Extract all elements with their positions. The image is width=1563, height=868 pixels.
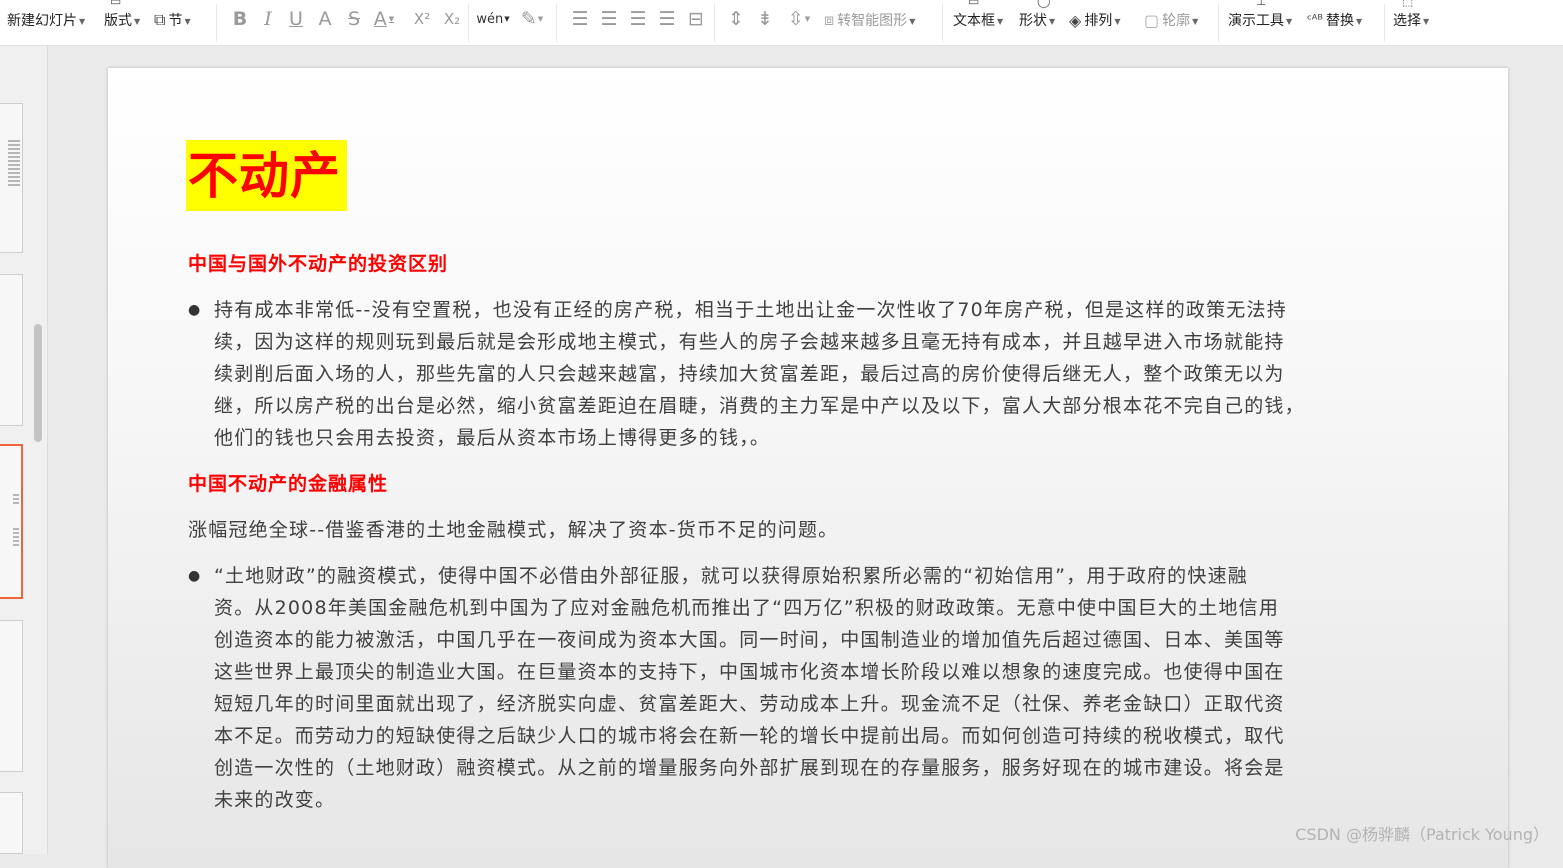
align-center-icon[interactable]: ☰ bbox=[597, 6, 621, 32]
shape-button[interactable]: 形状 ▼ bbox=[1019, 0, 1055, 40]
toolbar-divider bbox=[468, 4, 469, 42]
outline-icon: ▢ bbox=[1144, 10, 1160, 30]
replace-button[interactable]: ᶜᴬᴮ 替换 ▼ bbox=[1307, 0, 1362, 40]
thumbnail-scrollbar[interactable] bbox=[34, 324, 42, 442]
arrange-button[interactable]: ◈ 排列 ▼ bbox=[1069, 0, 1120, 40]
text-line: 短短几年的时间里面就出现了，经济脱实向虚、贫富差距大、劳动成本上升。现金流不足（… bbox=[214, 693, 1285, 715]
slide-thumbnail[interactable] bbox=[0, 620, 23, 772]
subscript-icon[interactable]: X₂ bbox=[440, 6, 464, 32]
slide-thumbnail[interactable] bbox=[0, 274, 23, 426]
outline-dropdown-icon: ▼ bbox=[1192, 16, 1199, 26]
font-color-icon[interactable]: A ▼ bbox=[372, 6, 396, 32]
bullet-point-icon: ● bbox=[188, 568, 201, 584]
bullet-paragraph: 持有成本非常低--没有空置税，也没有正经的房产税，相当于土地出让金一次性收了70… bbox=[214, 294, 1305, 454]
shape-dropdown-icon: ▼ bbox=[1049, 16, 1056, 26]
align-right-icon[interactable]: ☰ bbox=[626, 6, 650, 32]
line-spacing-icon[interactable]: ⇕ bbox=[724, 6, 748, 32]
shape-label: 形状 bbox=[1019, 13, 1047, 29]
italic-icon[interactable]: I bbox=[256, 6, 280, 32]
arrange-dropdown-icon: ▼ bbox=[1114, 16, 1121, 26]
new-slide-button[interactable]: 新建幻灯片 ▼ bbox=[7, 0, 85, 40]
outline-label: 轮廓 bbox=[1162, 13, 1191, 29]
paragraph-text[interactable]: 涨幅冠绝全球--借鉴香港的土地金融模式，解决了资本-货币不足的问题。 bbox=[188, 514, 838, 546]
layout-top-icon: ▭ bbox=[110, 0, 122, 8]
toolbar-divider bbox=[714, 4, 715, 42]
text-shadow-icon[interactable]: A bbox=[313, 6, 337, 32]
text-box-button[interactable]: 文本框 ▼ bbox=[953, 0, 1003, 40]
toolbar-divider bbox=[216, 4, 217, 42]
presentation-tools-label: 演示工具 bbox=[1228, 13, 1284, 29]
new-slide-label: 新建幻灯片 bbox=[7, 13, 77, 29]
thumbnail-content bbox=[13, 494, 19, 548]
smart-art-button[interactable]: ⧈ 转智能图形 ▼ bbox=[824, 0, 915, 40]
text-line: 持有成本非常低--没有空置税，也没有正经的房产税，相当于土地出让金一次性收了70… bbox=[214, 299, 1287, 321]
section-heading-financial-attribute[interactable]: 中国不动产的金融属性 bbox=[188, 472, 388, 496]
underline-icon[interactable]: U bbox=[284, 6, 308, 32]
text-line: 继，所以房产税的出台是必然，缩小贫富差距迫在眉睫，消费的主力军是中产以及以下，富… bbox=[214, 395, 1305, 417]
text-line: “土地财政”的融资模式，使得中国不必借由外部征服，就可以获得原始积累所必需的“初… bbox=[214, 565, 1248, 587]
justify-icon[interactable]: ☰ bbox=[655, 6, 679, 32]
layers-icon: ◈ bbox=[1069, 10, 1082, 30]
slide-thumbnail-pane bbox=[0, 46, 48, 854]
presentation-tools-dropdown-icon: ▼ bbox=[1286, 16, 1293, 26]
replace-dropdown-icon: ▼ bbox=[1356, 16, 1363, 26]
text-line: 未来的改变。 bbox=[214, 789, 336, 811]
thumbnail-content bbox=[8, 140, 20, 188]
select-button[interactable]: 选择 ▼ bbox=[1393, 0, 1429, 40]
text-line: 本不足。而劳动力的短缺使得之后缺少人口的城市将会在新一轮的增长中提前出局。而如何… bbox=[214, 725, 1285, 747]
highlight-pen-icon[interactable]: ✎ ▼ bbox=[516, 6, 548, 32]
slide-thumbnail[interactable] bbox=[0, 792, 23, 854]
arrange-label: 排列 bbox=[1084, 13, 1113, 29]
text-line: 续剥削后面入场的人，那些先富的人只会越来越富，持续加大贫富差距，最后过高的房价使… bbox=[214, 363, 1285, 385]
toolbar-divider bbox=[1384, 4, 1385, 42]
smart-art-label: 转智能图形 bbox=[837, 13, 908, 29]
layout-dropdown-icon: ▼ bbox=[134, 16, 141, 26]
toolbar-divider bbox=[556, 4, 557, 42]
superscript-icon[interactable]: X² bbox=[410, 6, 434, 32]
text-line: 续，因为这样的规则玩到最后就是会形成地主模式，有些人的房子会越来越多且毫无持有成… bbox=[214, 331, 1285, 353]
slide-thumbnail-active[interactable] bbox=[0, 444, 23, 599]
text-line: 创造资本的能力被激活，中国几乎在一夜间成为资本大国。同一时间，中国制造业的增加值… bbox=[214, 629, 1285, 651]
text-line: 资。从2008年美国金融危机到中国为了应对金融危机而推出了“四万亿”积极的财政政… bbox=[214, 597, 1280, 619]
bullet-point-icon: ● bbox=[188, 302, 201, 318]
indent-icon[interactable]: ⇟ bbox=[753, 6, 777, 32]
section-heading-investment-difference[interactable]: 中国与国外不动产的投资区别 bbox=[188, 252, 448, 276]
section-icon: ⧉ bbox=[154, 10, 166, 29]
text-box-label: 文本框 bbox=[953, 13, 995, 29]
outline-button[interactable]: ▢ 轮廓 ▼ bbox=[1144, 0, 1198, 40]
text-box-dropdown-icon: ▼ bbox=[997, 16, 1004, 26]
layout-label: 版式 bbox=[104, 13, 132, 29]
slide-title[interactable]: 不动产 bbox=[186, 140, 347, 211]
smart-art-dropdown-icon: ▼ bbox=[909, 16, 916, 26]
strikethrough-icon[interactable]: S bbox=[342, 6, 366, 32]
phonetic-guide-icon[interactable]: wén ▼ bbox=[476, 6, 509, 32]
toolbar-divider bbox=[1218, 4, 1219, 42]
replace-icon: ᶜᴬᴮ bbox=[1307, 12, 1324, 28]
text-line: 这些世界上最顶尖的制造业大国。在巨量资本的支持下，中国城市化资本增长阶段以难以想… bbox=[214, 661, 1285, 683]
smart-art-icon: ⧈ bbox=[824, 10, 835, 29]
text-line: 他们的钱也只会用去投资，最后从资本市场上博得更多的钱，。 bbox=[214, 427, 771, 449]
bold-icon[interactable]: B bbox=[228, 6, 252, 32]
select-dropdown-icon: ▼ bbox=[1423, 16, 1430, 26]
slide-thumbnail[interactable] bbox=[0, 103, 23, 253]
select-label: 选择 bbox=[1393, 13, 1421, 29]
distributed-align-icon[interactable]: ⊟ bbox=[684, 6, 708, 32]
slide-canvas[interactable]: 不动产 中国与国外不动产的投资区别 ● 持有成本非常低--没有空置税，也没有正经… bbox=[108, 68, 1508, 868]
bullet-paragraph: “土地财政”的融资模式，使得中国不必借由外部征服，就可以获得原始积累所必需的“初… bbox=[214, 560, 1285, 816]
watermark: CSDN @杨骅麟（Patrick Young） bbox=[1295, 825, 1549, 844]
toolbar-divider bbox=[942, 4, 943, 42]
ribbon-toolbar: 新建幻灯片 ▼ 版式 ▼ ▭ ⧉ 节 ▼ B I U A S A ▼ X² X₂ wén ▼… bbox=[0, 0, 1563, 46]
presentation-tools-button[interactable]: 演示工具 ▼ bbox=[1228, 0, 1292, 40]
replace-label: 替换 bbox=[1326, 13, 1355, 29]
text-line: 创造一次性的（土地财政）融资模式。从之前的增量服务向外部扩展到现在的存量服务，服… bbox=[214, 757, 1285, 779]
paragraph-spacing-icon[interactable]: ⇳ ▼ bbox=[782, 6, 816, 32]
section-button[interactable]: ⧉ 节 ▼ bbox=[154, 0, 191, 40]
align-left-icon[interactable]: ☰ bbox=[568, 6, 592, 32]
section-dropdown-icon: ▼ bbox=[184, 16, 191, 26]
section-label: 节 bbox=[168, 13, 183, 29]
new-slide-dropdown-icon: ▼ bbox=[79, 16, 86, 26]
